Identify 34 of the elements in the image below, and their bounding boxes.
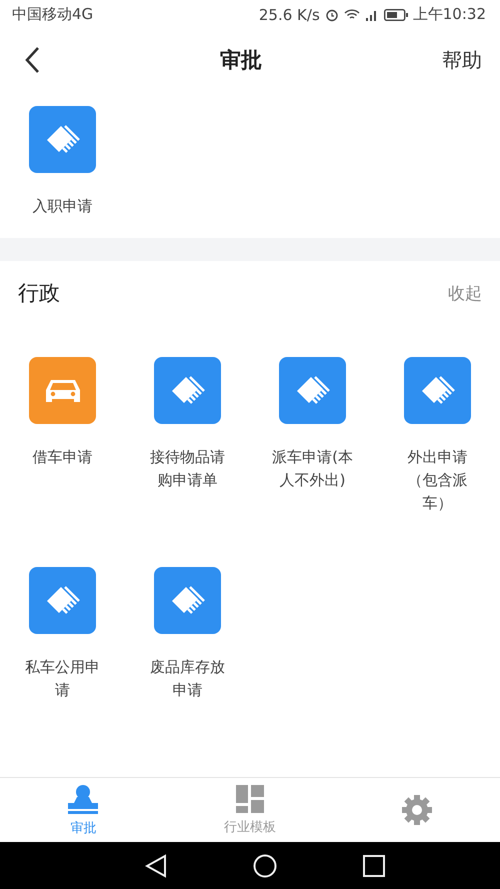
stamp-icon <box>66 783 100 816</box>
settings-icon <box>400 794 433 826</box>
form-app-icon[interactable] <box>404 357 471 424</box>
app-label: 接待物品请购申请单 <box>149 447 226 492</box>
back-icon[interactable] <box>24 46 40 74</box>
network-speed: 25.6 K/s <box>258 6 320 24</box>
app-label: 废品库存放申请 <box>149 657 226 702</box>
clock-time: 上午10:32 <box>412 5 486 24</box>
home-nav-icon[interactable] <box>253 854 277 878</box>
stamp-tab[interactable]: 审批 <box>23 778 144 842</box>
page-title: 审批 <box>220 47 262 74</box>
form-app-icon[interactable] <box>29 106 96 174</box>
grid-icon <box>234 784 265 814</box>
alarm-icon <box>324 8 339 22</box>
app-label: 入职申请 <box>32 196 94 218</box>
section-title: 行政 <box>18 280 60 308</box>
wifi-icon <box>344 8 360 22</box>
grid-tab[interactable]: 行业模板 <box>190 778 310 842</box>
app-label: 借车申请 <box>32 447 94 468</box>
car-app-icon[interactable] <box>29 357 96 424</box>
form-app-icon[interactable] <box>154 567 221 634</box>
recents-nav-icon[interactable] <box>363 854 385 877</box>
app-label: 私车公用申请 <box>24 657 101 702</box>
form-app-icon[interactable] <box>29 567 96 634</box>
carrier-name: 中国移动4G <box>12 5 94 24</box>
collapse-link[interactable]: 收起 <box>448 282 482 305</box>
app-label: 派车申请(本人不外出) <box>271 447 354 492</box>
form-app-icon[interactable] <box>279 357 346 424</box>
back-nav-icon[interactable] <box>145 854 167 878</box>
battery-icon <box>384 8 408 21</box>
signal-icon <box>364 8 379 22</box>
help-link[interactable]: 帮助 <box>442 46 482 74</box>
form-app-icon[interactable] <box>154 357 221 424</box>
app-label: 外出申请（包含派车） <box>406 447 468 514</box>
